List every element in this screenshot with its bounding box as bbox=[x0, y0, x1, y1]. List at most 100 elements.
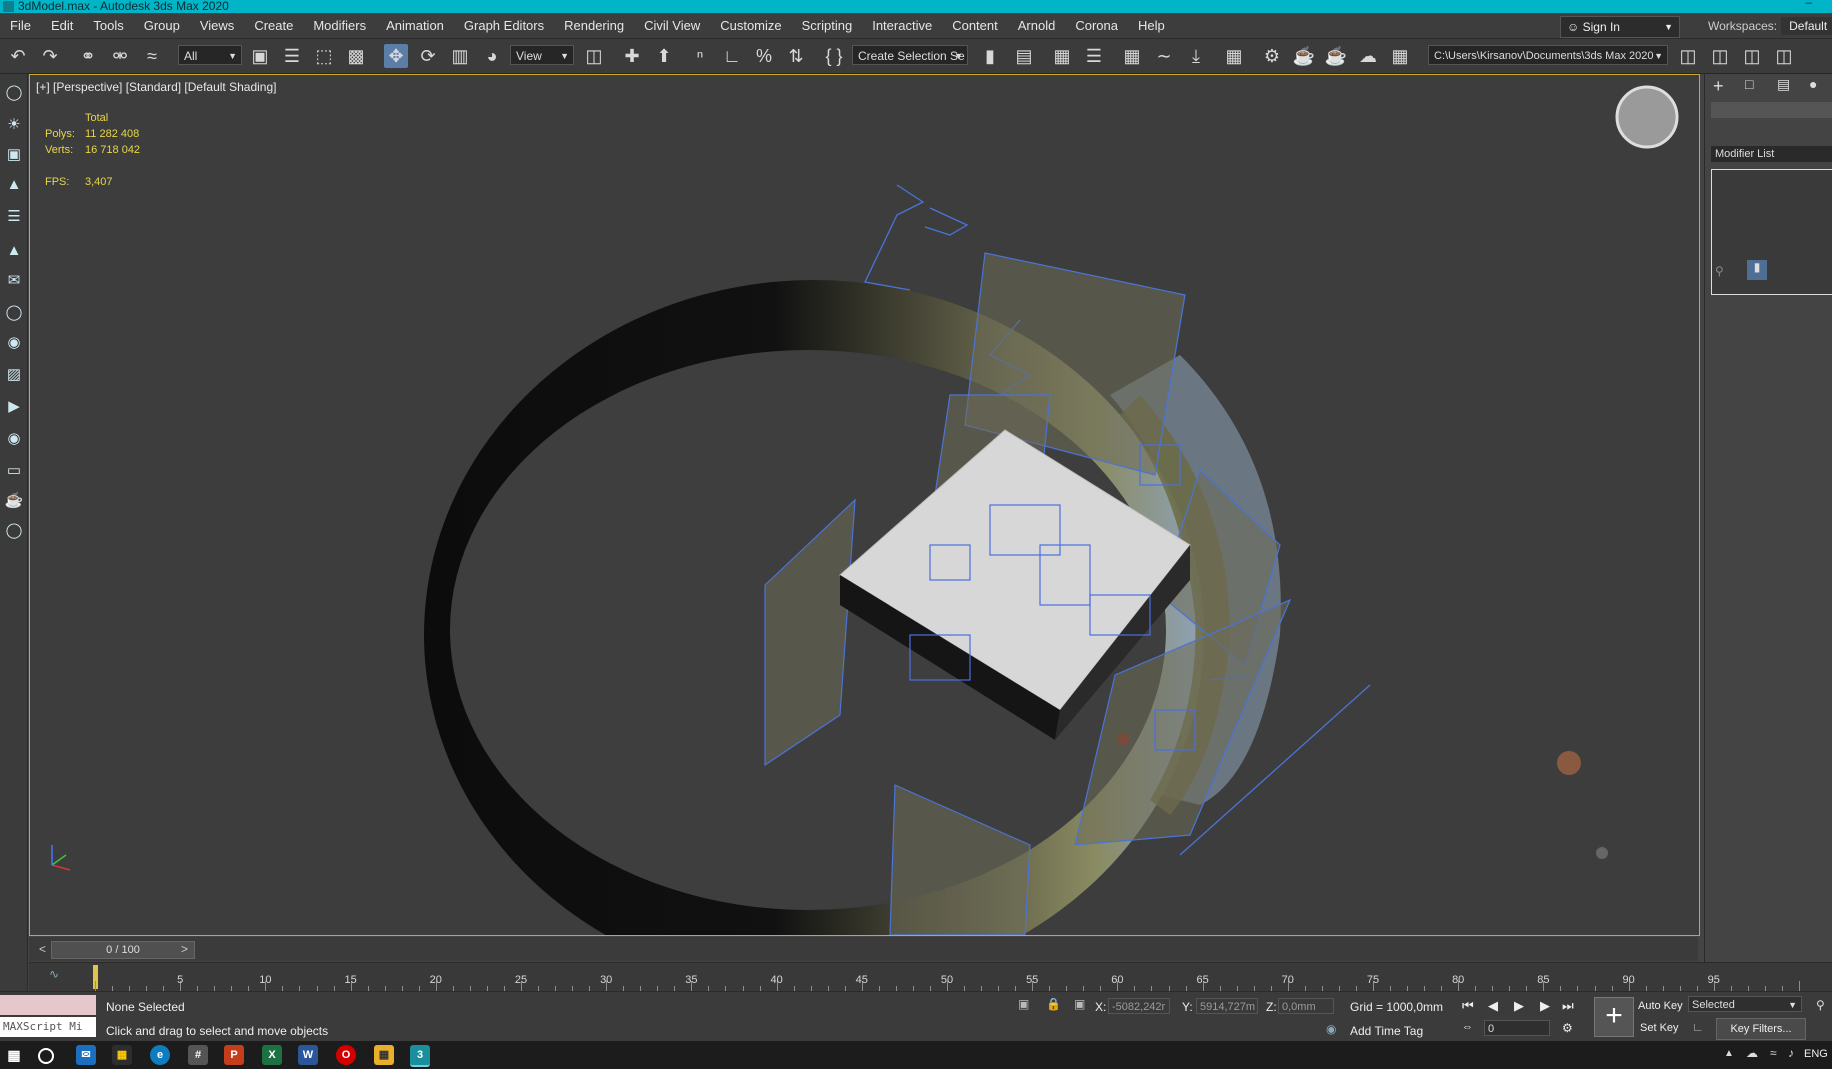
set-key-plus-icon[interactable]: + bbox=[1594, 997, 1634, 1037]
light-bulb-icon[interactable]: ◯ bbox=[3, 82, 25, 104]
select-and-scale-icon[interactable]: ▥ bbox=[448, 44, 472, 68]
sphere-object[interactable] bbox=[1117, 733, 1129, 745]
open-project-icon[interactable]: ◫ bbox=[1740, 44, 1764, 68]
pivot-center-icon[interactable]: ◫ bbox=[582, 44, 606, 68]
select-and-move-icon[interactable]: ✥ bbox=[384, 44, 408, 68]
selection-lock-icon[interactable]: 🔒 bbox=[1046, 997, 1061, 1011]
menu-content[interactable]: Content bbox=[942, 14, 1008, 38]
time-slider[interactable]: < 0 / 100 > bbox=[29, 937, 1698, 961]
windows-start-icon[interactable]: ▦ bbox=[4, 1045, 24, 1065]
key-filters-button[interactable]: Key Filters... bbox=[1716, 1018, 1806, 1040]
show-end-result-icon[interactable]: ▮ bbox=[1747, 260, 1767, 280]
play-panel-icon[interactable]: ▶ bbox=[3, 396, 25, 418]
set-key-button[interactable]: Set Key bbox=[1640, 1022, 1679, 1034]
target-wire[interactable] bbox=[924, 207, 969, 236]
camera-wire[interactable] bbox=[864, 184, 925, 291]
menu-modifiers[interactable]: Modifiers bbox=[303, 14, 376, 38]
redo-icon[interactable]: ↷ bbox=[38, 44, 62, 68]
material-browser-icon[interactable]: ▦ bbox=[1222, 44, 1246, 68]
tree-icon[interactable]: ▲ bbox=[3, 174, 25, 196]
reference-coordinate-dropdown[interactable]: View ▼ bbox=[510, 45, 574, 65]
powerpoint-icon[interactable]: P bbox=[224, 1045, 244, 1065]
key-mode-dropdown[interactable]: Selected ▼ bbox=[1688, 996, 1802, 1012]
project-folder-icon[interactable]: ◫ bbox=[1676, 44, 1700, 68]
snaps-toggle-icon[interactable]: ⁿ bbox=[688, 44, 712, 68]
rectangular-selection-icon[interactable]: ⬚ bbox=[312, 44, 336, 68]
render-production-icon[interactable]: ☕ bbox=[1324, 44, 1348, 68]
bone-icon[interactable]: ▲ bbox=[3, 240, 25, 262]
menu-tools[interactable]: Tools bbox=[83, 14, 133, 38]
frame-icon[interactable]: ▨ bbox=[3, 364, 25, 386]
window-icon[interactable]: ▭ bbox=[3, 460, 25, 482]
zoom-icon[interactable]: ⚲ bbox=[1816, 998, 1825, 1012]
menu-rendering[interactable]: Rendering bbox=[554, 14, 634, 38]
menu-corona[interactable]: Corona bbox=[1065, 14, 1128, 38]
object-name-field[interactable] bbox=[1711, 102, 1832, 118]
absolute-mode-icon[interactable]: ▣ bbox=[1074, 997, 1085, 1011]
onedrive-icon[interactable]: ☁ bbox=[1746, 1046, 1758, 1060]
new-project-icon[interactable]: ◫ bbox=[1772, 44, 1796, 68]
edit-named-selections-icon[interactable]: { } bbox=[822, 44, 846, 68]
selection-filter-dropdown[interactable]: All ▼ bbox=[178, 45, 242, 65]
percent-snap-icon[interactable]: % bbox=[752, 44, 776, 68]
modify-tab-icon[interactable]: □ bbox=[1745, 76, 1769, 96]
store-icon[interactable]: ▦ bbox=[112, 1045, 132, 1065]
previous-frame-icon[interactable]: ◀ bbox=[1488, 998, 1498, 1014]
material-editor-icon[interactable]: ⤓ bbox=[1184, 44, 1208, 68]
teapot-icon[interactable]: ☕ bbox=[3, 490, 25, 512]
named-selection-dropdown[interactable]: Create Selection Se ▼ bbox=[852, 45, 968, 65]
set-project-folder-icon[interactable]: ◫ bbox=[1708, 44, 1732, 68]
workspaces-selector[interactable]: Workspaces: Default bbox=[1708, 14, 1832, 38]
create-tab-icon[interactable]: + bbox=[1713, 76, 1737, 96]
workspace-value[interactable]: Default bbox=[1781, 17, 1832, 35]
unlink-icon[interactable]: ⚮ bbox=[108, 44, 132, 68]
modifier-list-dropdown[interactable]: Modifier List bbox=[1711, 146, 1832, 162]
maxscript-listener-input[interactable]: MAXScript Mi bbox=[0, 1017, 96, 1037]
curve-editor-mini-icon[interactable]: ∿ bbox=[49, 967, 59, 981]
menu-file[interactable]: File bbox=[0, 14, 41, 38]
menu-arnold[interactable]: Arnold bbox=[1008, 14, 1066, 38]
menu-views[interactable]: Views bbox=[190, 14, 244, 38]
language-indicator[interactable]: ENG bbox=[1804, 1048, 1828, 1060]
rendered-frame-window-icon[interactable]: ☕ bbox=[1292, 44, 1316, 68]
menu-scripting[interactable]: Scripting bbox=[792, 14, 863, 38]
search-icon[interactable] bbox=[38, 1048, 54, 1064]
sphere-object[interactable] bbox=[1557, 751, 1581, 775]
locator-icon[interactable]: ✉ bbox=[3, 270, 25, 292]
align-icon[interactable]: ▤ bbox=[1012, 44, 1036, 68]
menu-civil-view[interactable]: Civil View bbox=[634, 14, 710, 38]
select-by-name-icon[interactable]: ☰ bbox=[280, 44, 304, 68]
angle-snap-icon[interactable]: ∟ bbox=[720, 44, 744, 68]
menu-edit[interactable]: Edit bbox=[41, 14, 83, 38]
camera-icon[interactable]: ◉ bbox=[3, 428, 25, 450]
keyboard-shortcut-override-icon[interactable]: ⬆ bbox=[652, 44, 676, 68]
word-icon[interactable]: W bbox=[298, 1045, 318, 1065]
z-coord-field[interactable]: 0,0mm bbox=[1278, 998, 1334, 1014]
render-in-cloud-icon[interactable]: ▦ bbox=[1388, 44, 1412, 68]
time-tag-icon[interactable]: ◉ bbox=[1326, 1022, 1336, 1036]
file-explorer-icon[interactable]: ▦ bbox=[374, 1045, 394, 1065]
material-icon[interactable]: ◉ bbox=[3, 332, 25, 354]
lightbulb-small-icon[interactable]: ◯ bbox=[3, 520, 25, 542]
project-path-dropdown[interactable]: C:\Users\Kirsanov\Documents\3ds Max 2020… bbox=[1428, 45, 1668, 65]
calculator-icon[interactable]: # bbox=[188, 1045, 208, 1065]
list-icon[interactable]: ☰ bbox=[3, 206, 25, 228]
play-icon[interactable]: ▶ bbox=[1514, 998, 1524, 1014]
auto-key-button[interactable]: Auto Key bbox=[1638, 1000, 1683, 1012]
x-coord-field[interactable]: -5082,242r bbox=[1108, 998, 1170, 1014]
camera-group-icon[interactable]: ▣ bbox=[3, 144, 25, 166]
excel-icon[interactable]: X bbox=[262, 1045, 282, 1065]
select-manipulate-icon[interactable]: ✚ bbox=[620, 44, 644, 68]
schematic-view-icon[interactable]: ∼ bbox=[1152, 44, 1176, 68]
perspective-viewport[interactable]: [+] [Perspective] [Standard] [Default Sh… bbox=[29, 74, 1700, 936]
opera-icon[interactable]: O bbox=[336, 1045, 356, 1065]
time-slider-prev-button[interactable]: < bbox=[39, 942, 46, 956]
go-to-start-icon[interactable]: ⏮ bbox=[1462, 998, 1474, 1014]
menu-interactive[interactable]: Interactive bbox=[862, 14, 942, 38]
add-time-tag-button[interactable]: Add Time Tag bbox=[1350, 1024, 1423, 1038]
curve-editor-icon[interactable]: ▦ bbox=[1120, 44, 1144, 68]
sign-in-dropdown[interactable]: ☺ Sign In ▼ bbox=[1560, 16, 1680, 38]
pin-stack-icon[interactable]: ⚲ bbox=[1715, 264, 1724, 278]
orbit-icon[interactable]: ◯ bbox=[3, 302, 25, 324]
time-slider-handle[interactable]: 0 / 100 bbox=[51, 941, 195, 959]
